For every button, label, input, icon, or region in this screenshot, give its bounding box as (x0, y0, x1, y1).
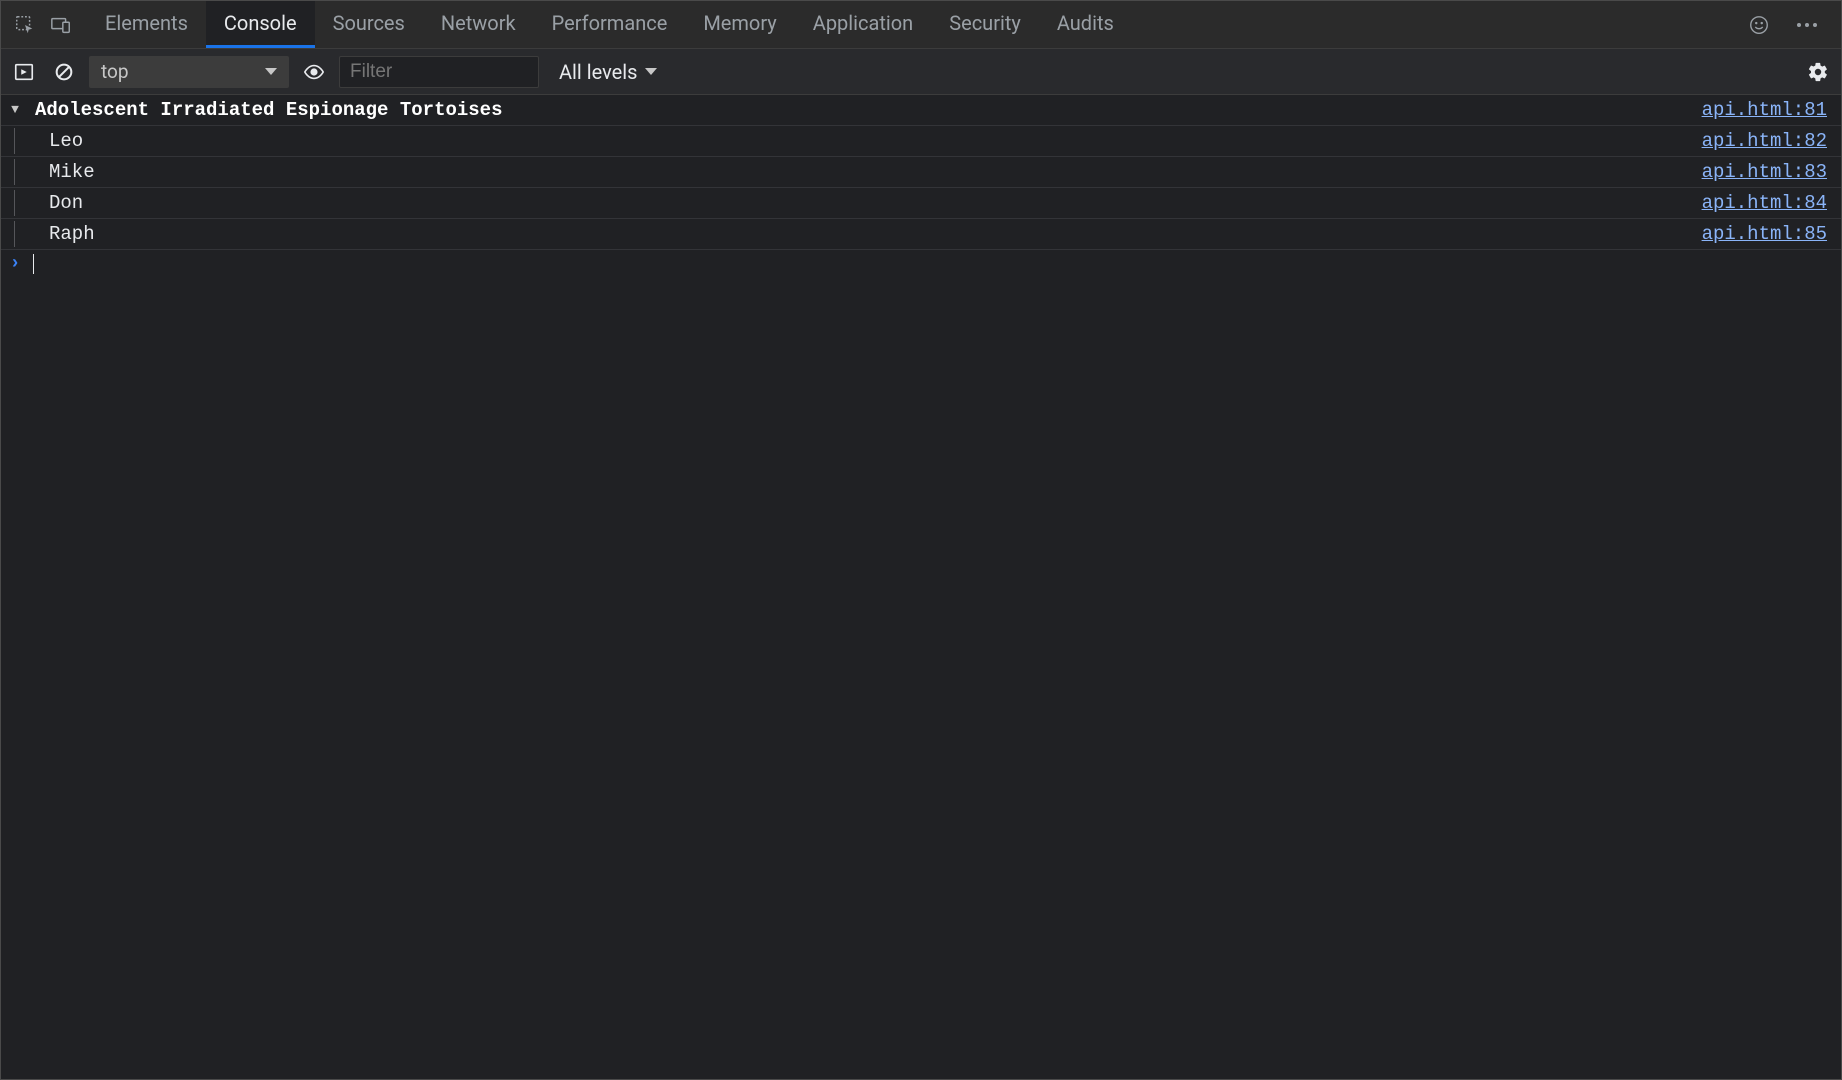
tab-label: Network (441, 11, 516, 35)
device-toolbar-icon[interactable] (43, 7, 79, 43)
console-log-row: Don api.html:84 (1, 188, 1841, 219)
clear-console-icon[interactable] (49, 57, 79, 87)
group-indent-line (1, 190, 29, 216)
console-group-header[interactable]: ▼ Adolescent Irradiated Espionage Tortoi… (1, 95, 1841, 126)
tab-audits[interactable]: Audits (1039, 1, 1132, 48)
tab-memory[interactable]: Memory (685, 1, 794, 48)
group-indent-line (1, 159, 29, 185)
console-log-row: Raph api.html:85 (1, 219, 1841, 250)
tab-console[interactable]: Console (206, 1, 315, 48)
log-message: Adolescent Irradiated Espionage Tortoise… (29, 97, 1702, 123)
feedback-smile-icon[interactable] (1741, 7, 1777, 43)
tab-label: Audits (1057, 11, 1114, 35)
levels-label: All levels (559, 60, 637, 84)
source-link[interactable]: api.html:81 (1702, 97, 1831, 123)
tab-sources[interactable]: Sources (315, 1, 423, 48)
console-log-row: Mike api.html:83 (1, 157, 1841, 188)
tab-elements[interactable]: Elements (87, 1, 206, 48)
chevron-down-icon (265, 68, 277, 75)
toggle-sidebar-icon[interactable] (9, 57, 39, 87)
console-output: ▼ Adolescent Irradiated Espionage Tortoi… (1, 95, 1841, 1079)
tab-label: Performance (552, 11, 668, 35)
panel-tabs-bar: Elements Console Sources Network Perform… (1, 1, 1841, 49)
input-cursor (33, 254, 34, 274)
log-message: Leo (29, 128, 1702, 154)
console-settings-icon[interactable] (1803, 57, 1833, 87)
console-toolbar: top All levels (1, 49, 1841, 95)
panel-tabs: Elements Console Sources Network Perform… (87, 1, 1132, 48)
more-menu-icon[interactable] (1789, 7, 1825, 43)
tab-label: Security (949, 11, 1021, 35)
inspect-element-icon[interactable] (7, 7, 43, 43)
context-value: top (101, 60, 129, 83)
group-indent-line (1, 221, 29, 247)
prompt-chevron-icon: › (1, 254, 29, 274)
tab-label: Application (813, 11, 913, 35)
chevron-down-icon (645, 68, 657, 75)
disclosure-triangle-icon[interactable]: ▼ (11, 97, 19, 123)
tab-security[interactable]: Security (931, 1, 1039, 48)
console-prompt[interactable]: › (1, 250, 1841, 278)
console-log-row: Leo api.html:82 (1, 126, 1841, 157)
log-message: Mike (29, 159, 1702, 185)
source-link[interactable]: api.html:85 (1702, 221, 1831, 247)
execution-context-select[interactable]: top (89, 56, 289, 88)
tab-label: Console (224, 11, 297, 35)
log-message: Don (29, 190, 1702, 216)
tab-application[interactable]: Application (795, 1, 931, 48)
log-message: Raph (29, 221, 1702, 247)
log-levels-select[interactable]: All levels (549, 56, 667, 88)
tab-performance[interactable]: Performance (534, 1, 686, 48)
tab-label: Elements (105, 11, 188, 35)
tab-label: Memory (703, 11, 776, 35)
filter-input[interactable] (339, 56, 539, 88)
tab-label: Sources (333, 11, 405, 35)
live-expression-icon[interactable] (299, 57, 329, 87)
source-link[interactable]: api.html:82 (1702, 128, 1831, 154)
source-link[interactable]: api.html:83 (1702, 159, 1831, 185)
tab-network[interactable]: Network (423, 1, 534, 48)
group-indent-line (1, 128, 29, 154)
source-link[interactable]: api.html:84 (1702, 190, 1831, 216)
